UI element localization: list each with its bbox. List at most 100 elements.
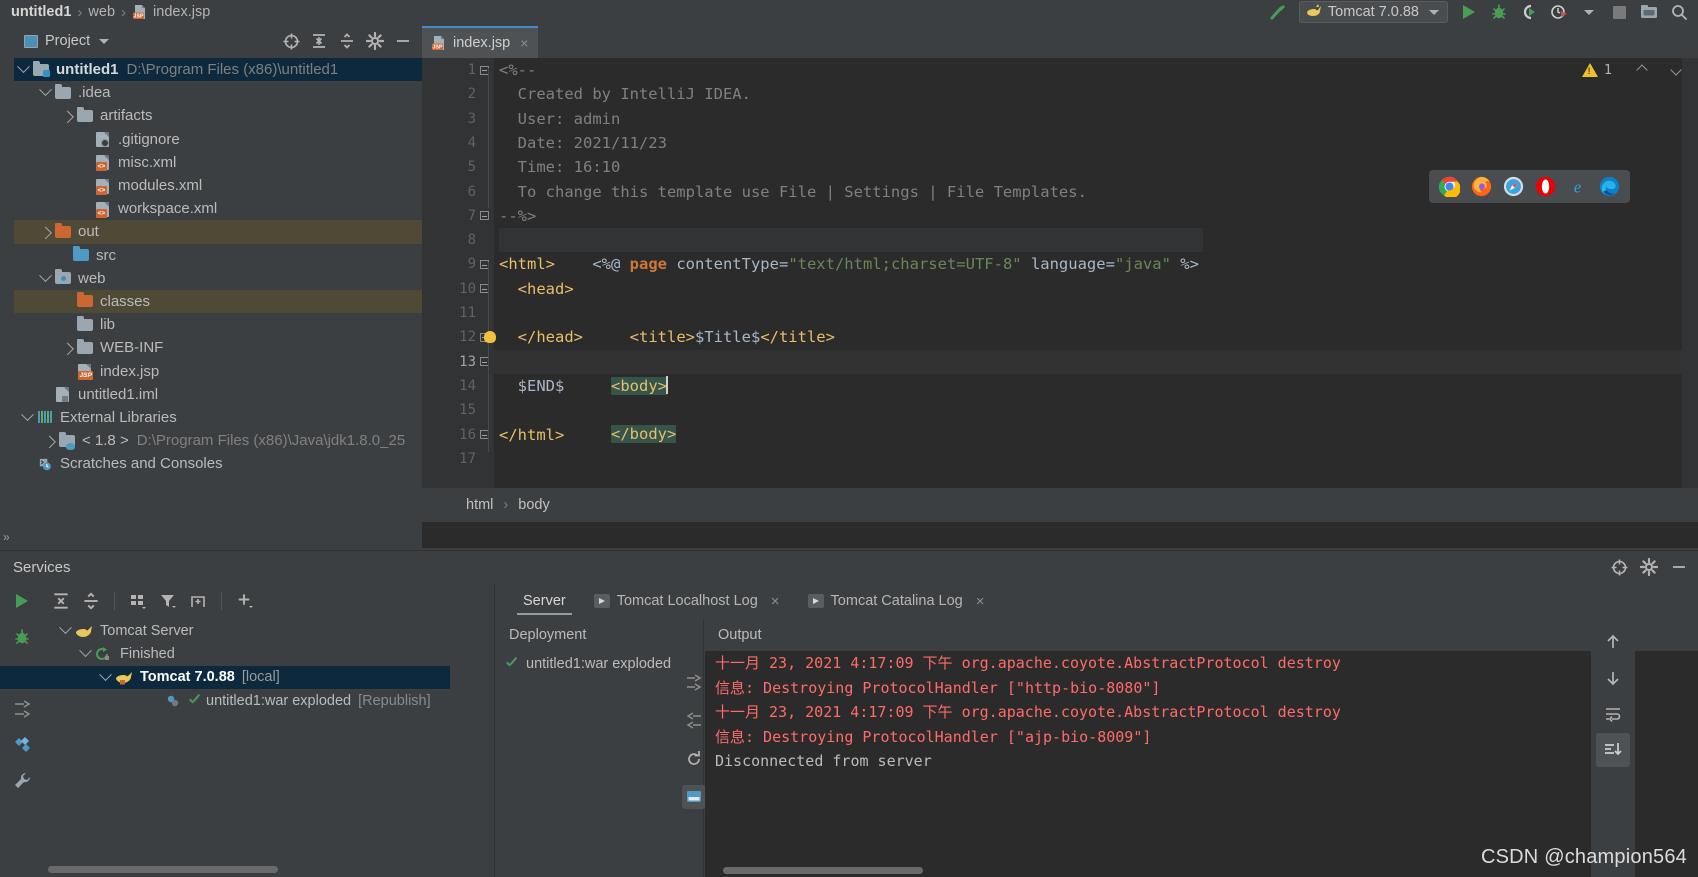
services-node-tomcat-7[interactable]: Tomcat 7.0.88 [local] [0,665,450,689]
scroll-to-end-icon[interactable] [1596,733,1630,767]
browser-launcher-bar[interactable]: e [1429,170,1630,203]
services-settings-button[interactable] [1636,554,1662,580]
project-tree[interactable]: untitled1 D:\Program Files (x86)\untitle… [14,58,422,548]
close-icon[interactable]: × [771,593,780,610]
tab-tomcat-catalina-log[interactable]: Tomcat Catalina Log × [794,583,999,619]
hammer-icon[interactable] [1263,0,1293,24]
gear-icon[interactable] [362,28,388,54]
deploy-arrow-icon[interactable] [0,691,44,727]
collapse-all-button[interactable] [334,28,360,54]
tree-node-idea[interactable]: .idea [14,81,422,104]
diamond-icon[interactable] [0,727,44,763]
tree-node-gitignore[interactable]: .gitignore [14,128,422,151]
minimize-icon[interactable] [390,28,416,54]
output-console[interactable]: 十一月 23, 2021 4:17:09 下午 org.apache.coyot… [705,651,1698,877]
chrome-icon[interactable] [1438,176,1461,199]
breadcrumb-body[interactable]: body [518,497,549,513]
update-application-button[interactable] [1634,0,1664,24]
editor-tab-index-jsp[interactable]: JSP index.jsp × [422,26,539,58]
chevron-down-icon[interactable] [99,38,110,44]
tree-node-external-libraries[interactable]: External Libraries [14,406,422,429]
code-content[interactable]: <%-- Created by IntelliJ IDEA. User: adm… [494,58,1698,512]
add-service-button[interactable] [232,588,258,614]
profiler-button[interactable] [1544,0,1574,24]
chevron-down-icon[interactable] [1429,9,1439,15]
run-button[interactable] [1454,0,1484,24]
firefox-icon[interactable] [1471,176,1492,197]
twisty-down-icon[interactable] [18,408,36,422]
services-node-tomcat-server[interactable]: Tomcat Server [44,619,494,642]
inspection-status[interactable]: 1 [1581,62,1682,78]
services-help-button[interactable] [1606,554,1632,580]
tree-node-classes[interactable]: classes [14,289,422,314]
profiler-dropdown[interactable] [1574,0,1604,24]
tree-node-untitled1[interactable]: untitled1 D:\Program Files (x86)\untitle… [14,58,422,82]
soft-wrap-icon[interactable] [1596,697,1630,731]
breadcrumb-item-file[interactable]: JSP index.jsp [129,0,213,24]
breadcrumb-html[interactable]: html [466,497,493,513]
add-frame-icon[interactable] [185,588,211,614]
project-panel-title[interactable]: Project [24,33,110,49]
tree-node-src[interactable]: src [14,244,422,267]
twisty-down-icon[interactable] [76,644,94,658]
close-icon[interactable]: × [520,35,528,51]
tree-node-web[interactable]: web [14,267,422,290]
tab-tomcat-localhost-log[interactable]: Tomcat Localhost Log × [580,583,794,619]
twisty-right-icon[interactable] [36,226,54,240]
filter-button[interactable] [155,588,181,614]
twisty-down-icon[interactable] [36,269,54,283]
run-configuration-selector[interactable]: Tomcat 7.0.88 [1298,1,1448,23]
output-scrollbar[interactable] [723,867,923,874]
expand-all-button[interactable] [48,588,74,614]
collapse-all-button[interactable] [78,588,104,614]
editor-gutter[interactable]: 1 2 3 4 5 6 7 8 9 10 11 12 13 14 15 16 1… [422,58,496,512]
tree-node-misc-xml[interactable]: <> misc.xml [14,151,422,174]
tree-node-artifacts[interactable]: artifacts [14,104,422,127]
tab-server[interactable]: Server [509,583,580,619]
run-with-coverage-button[interactable] [1514,0,1544,24]
debug-service-button[interactable] [0,619,44,655]
code-editor[interactable]: 1 2 3 4 5 6 7 8 9 10 11 12 13 14 15 16 1… [422,58,1698,512]
twisty-down-icon[interactable] [56,621,74,635]
tree-node-iml[interactable]: untitled1.iml [14,383,422,406]
wrench-icon[interactable] [0,763,44,799]
tree-node-jdk[interactable]: < 1.8 > D:\Program Files (x86)\Java\jdk1… [14,429,422,452]
services-tree[interactable]: Tomcat Server Finished Tomcat 7.0.88 [lo… [0,619,494,844]
run-service-button[interactable] [0,583,44,619]
undeploy-artifact-button[interactable] [682,709,706,733]
group-by-button[interactable] [125,588,151,614]
opera-icon[interactable] [1535,176,1556,197]
chevron-up-icon[interactable] [1636,64,1648,76]
services-node-finished[interactable]: Finished [44,642,494,665]
twisty-right-icon[interactable] [58,111,76,124]
tree-node-modules-xml[interactable]: <> modules.xml [14,174,422,197]
services-node-artifact[interactable]: untitled1:war exploded [Republish] [44,689,494,712]
twisty-right-icon[interactable] [40,435,58,449]
select-opened-file-button[interactable] [278,28,304,54]
arrow-up-icon[interactable] [1596,625,1630,659]
breadcrumb-item-project[interactable]: untitled1 [8,0,74,24]
deploy-artifact-button[interactable] [682,671,706,695]
tree-node-scratches[interactable]: Scratches and Consoles [14,452,422,475]
deployment-row[interactable]: untitled1:war exploded [495,651,703,677]
twisty-down-icon[interactable] [96,668,114,682]
breadcrumb-item-web[interactable]: web [85,0,118,24]
tree-node-workspace-xml[interactable]: <> workspace.xml [14,197,422,220]
twisty-down-icon[interactable] [36,83,54,97]
twisty-down-icon[interactable] [14,60,32,74]
refresh-icon[interactable] [682,747,706,771]
safari-icon[interactable] [1503,176,1524,197]
tree-node-out[interactable]: out [14,220,422,244]
expand-stripe-icon[interactable]: » [3,530,10,544]
services-tree-scrollbar[interactable] [48,866,278,873]
tree-node-index-jsp[interactable]: JSP index.jsp [14,359,422,382]
close-icon[interactable]: × [976,593,985,610]
inspection-strip[interactable] [1682,58,1698,512]
arrow-down-icon[interactable] [1596,661,1630,695]
expand-all-button[interactable] [306,28,332,54]
chevron-down-icon[interactable] [1670,64,1682,76]
edge-icon[interactable] [1599,176,1620,197]
tree-node-lib[interactable]: lib [14,313,422,336]
search-icon[interactable] [1664,0,1694,24]
console-icon[interactable] [682,785,706,809]
